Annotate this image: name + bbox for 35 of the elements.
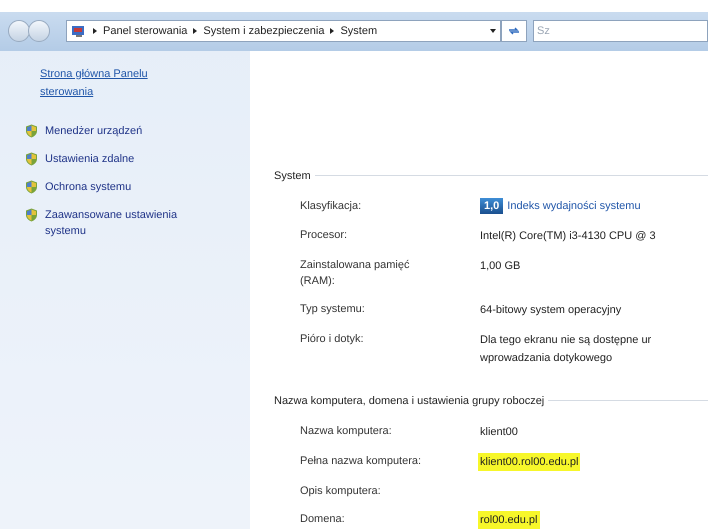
breadcrumb[interactable]: System	[340, 22, 378, 40]
highlighted-value: rol00.edu.pl	[478, 511, 540, 529]
breadcrumb[interactable]: System i zabezpieczenia	[203, 22, 324, 40]
section-heading: System	[274, 168, 311, 184]
dropdown-arrow-icon[interactable]	[490, 29, 496, 34]
section-heading: Nazwa komputera, domena i ustawienia grupy roboczej	[274, 394, 544, 408]
field-label: Domena:	[300, 512, 346, 527]
home-link[interactable]: Strona główna Panelu sterowania	[40, 64, 200, 100]
sidebar-link[interactable]: Ochrona systemu	[45, 178, 210, 194]
highlighted-value: klient00.rol00.edu.pl	[478, 453, 580, 471]
sidebar-link[interactable]: Zaawansowane ustawienia systemu	[45, 206, 210, 238]
field-label: Zainstalowana pamięć (RAM):	[300, 258, 410, 288]
field-label: Procesor:	[300, 228, 348, 242]
control-panel-icon	[71, 24, 87, 38]
address-bar[interactable]: Panel sterowania System i zabezpieczenia System	[66, 20, 501, 42]
field-label: Nazwa komputera:	[300, 424, 393, 439]
caret-icon	[93, 28, 97, 34]
caret-icon	[193, 28, 198, 34]
refresh-button[interactable]	[501, 20, 527, 42]
performance-index-link[interactable]: Indeks wydajności systemu	[507, 198, 641, 214]
sidebar-link[interactable]: Menedżer urządzeń	[45, 122, 210, 138]
rating-badge: 1,0	[480, 198, 504, 214]
field-label: Pióro i dotyk:	[300, 332, 365, 346]
breadcrumb[interactable]: Panel sterowania	[103, 22, 188, 40]
field-label: Opis komputera:	[300, 484, 382, 499]
field-label: Typ systemu:	[300, 302, 366, 316]
shield-icon	[25, 208, 38, 222]
refresh-icon	[508, 26, 520, 36]
shield-icon	[25, 152, 38, 166]
shield-icon	[25, 124, 38, 138]
field-label: Klasyfikacja:	[300, 199, 362, 214]
shield-icon	[25, 180, 38, 194]
caret-icon	[330, 28, 334, 34]
field-label: Pełna nazwa komputera:	[300, 454, 422, 469]
sidebar-link[interactable]: Ustawienia zdalne	[45, 150, 210, 166]
